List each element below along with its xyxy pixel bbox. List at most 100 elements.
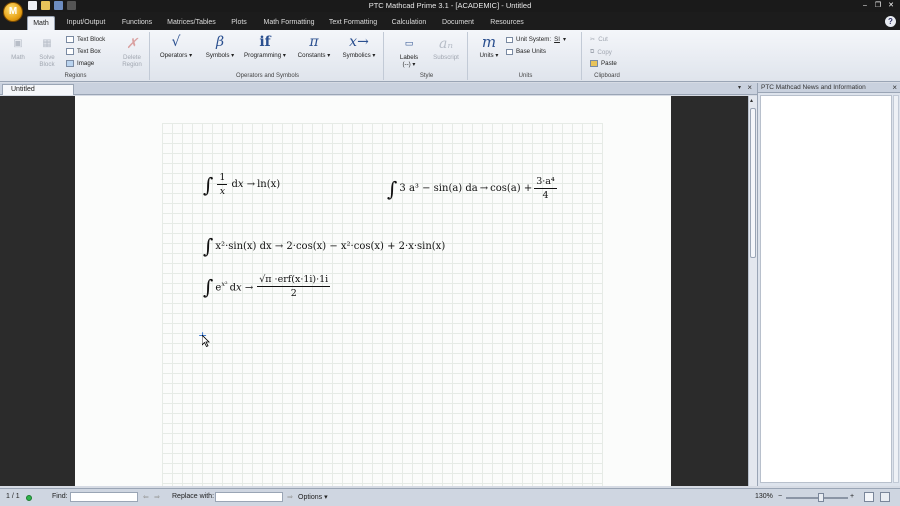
math-region-button[interactable]: ▣ Math xyxy=(6,36,30,61)
replace-icon[interactable]: ⇒ xyxy=(287,493,293,501)
news-panel-scrollbar[interactable] xyxy=(893,95,899,483)
fraction-1-over-x: 1x xyxy=(217,172,228,197)
scroll-up-icon[interactable]: ▴ xyxy=(750,97,753,104)
math-region-eq3[interactable]: ∫ x²·sin(x) dx → 2·cos(x) − x²·cos(x) + … xyxy=(203,236,445,256)
worksheet-page[interactable]: ∫ 1x dx → ln(x) ∫ 3 a³ − sin(a) da → cos… xyxy=(75,96,671,486)
help-icon[interactable]: ? xyxy=(885,16,896,27)
close-document-icon[interactable]: × xyxy=(747,83,752,92)
find-input[interactable] xyxy=(70,492,138,502)
document-tab-untitled[interactable]: Untitled xyxy=(2,84,74,95)
text-block-button[interactable]: Text Block xyxy=(66,36,105,43)
tab-functions[interactable]: Functions xyxy=(118,16,156,30)
tab-math[interactable]: Math xyxy=(27,16,55,30)
zoom-slider-track[interactable] xyxy=(786,497,848,499)
draft-view-icon[interactable] xyxy=(880,492,890,502)
ribbon: ▣ Math ▦ Solve Block Text Block Text Box… xyxy=(0,30,900,82)
integral-sign-icon: ∫ xyxy=(203,274,214,299)
tab-resources[interactable]: Resources xyxy=(486,16,528,30)
group-operators-symbols: √ Operators ▾ β Symbols ▾ if Programming… xyxy=(152,32,384,80)
copy-label: Copy xyxy=(597,48,612,56)
close-icon[interactable]: ✕ xyxy=(886,1,896,10)
base-units-button[interactable]: Base Units xyxy=(506,48,546,55)
maximize-icon[interactable]: ❐ xyxy=(873,1,883,10)
tab-document[interactable]: Document xyxy=(438,16,478,30)
paste-button[interactable]: Paste xyxy=(590,60,617,67)
mouse-pointer-icon xyxy=(202,335,210,347)
delete-region-button[interactable]: ✗ Delete Region xyxy=(118,36,146,68)
minimize-icon[interactable]: – xyxy=(860,1,870,10)
zoom-slider-thumb[interactable] xyxy=(818,493,824,502)
scrollbar-thumb[interactable] xyxy=(750,108,756,258)
eq2-fraction-numerator: 3·a⁴ xyxy=(534,176,557,189)
tab-plots[interactable]: Plots xyxy=(227,16,251,30)
window-controls: – ❐ ✕ xyxy=(860,1,896,10)
tab-calculation[interactable]: Calculation xyxy=(388,16,430,30)
solve-block-icon: ▦ xyxy=(42,38,52,49)
eq2-fraction-denominator: 4 xyxy=(542,190,549,201)
units-m-icon: m xyxy=(481,33,497,51)
symbolics-button[interactable]: x→ Symbolics ▾ xyxy=(338,34,380,59)
unit-system-dropdown[interactable]: Unit System: SI ▾ xyxy=(506,36,566,43)
x-arrow-symbolics-icon: x→ xyxy=(349,34,369,50)
scissors-icon: ✂ xyxy=(590,36,596,43)
math-region-eq4[interactable]: ∫ ex² dx → √π ·erf(x·1i)·1i 2 xyxy=(203,274,332,299)
document-tab-strip: Untitled ▾ × xyxy=(0,83,757,95)
units-button[interactable]: m Units ▾ xyxy=(474,34,504,59)
copy-button[interactable]: ⧉ Copy xyxy=(590,48,612,56)
page-view-icon[interactable] xyxy=(864,492,874,502)
tab-text-formatting[interactable]: Text Formatting xyxy=(326,16,380,30)
app-orb-button[interactable]: M xyxy=(3,2,23,22)
document-tab-label: Untitled xyxy=(11,86,35,93)
text-box-button[interactable]: Text Box xyxy=(66,48,101,55)
zoom-out-icon[interactable]: − xyxy=(778,493,782,500)
options-dropdown[interactable]: Options ▾ xyxy=(298,493,328,501)
calculation-status-icon xyxy=(26,495,32,501)
symbols-button[interactable]: β Symbols ▾ xyxy=(200,34,240,59)
constants-label: Constants xyxy=(297,52,326,59)
group-regions: ▣ Math ▦ Solve Block Text Block Text Box… xyxy=(2,32,150,80)
operators-button[interactable]: √ Operators ▾ xyxy=(156,34,196,59)
options-label: Options xyxy=(298,494,323,501)
vertical-scrollbar[interactable]: ▴ xyxy=(748,96,757,486)
status-bar: 1 / 1 Find: ⇐ ⇒ Replace with: ⇒ Options … xyxy=(0,488,900,506)
unit-system-label: Unit System: xyxy=(516,36,552,43)
sqrt-operator-icon: √ xyxy=(171,34,181,50)
eq1-result: ln(x) xyxy=(257,179,281,190)
delete-region-icon: ✗ xyxy=(126,36,138,52)
delete-region-label: Delete Region xyxy=(122,54,142,68)
find-next-icon[interactable]: ⇒ xyxy=(154,493,160,501)
worksheet-area[interactable]: ∫ 1x dx → ln(x) ∫ 3 a³ − sin(a) da → cos… xyxy=(0,96,748,486)
image-button[interactable]: Image xyxy=(66,60,94,67)
operators-label: Operators xyxy=(159,52,188,59)
find-previous-icon[interactable]: ⇐ xyxy=(143,493,149,501)
labels-button[interactable]: ▭ Labels (--) ▾ xyxy=(394,36,424,68)
math-region-eq2[interactable]: ∫ 3 a³ − sin(a) da → cos(a) + 3·a⁴ 4 xyxy=(387,176,559,201)
image-label: Image xyxy=(77,60,95,67)
text-block-icon xyxy=(66,36,74,43)
title-bar: PTC Mathcad Prime 3.1 - [ACADEMIC] - Unt… xyxy=(0,0,900,12)
page-right-margin xyxy=(603,96,671,486)
constants-button[interactable]: π Constants ▾ xyxy=(292,34,336,59)
news-panel-content[interactable] xyxy=(760,95,892,483)
tab-input-output[interactable]: Input/Output xyxy=(62,16,110,30)
programming-button[interactable]: if Programming ▾ xyxy=(242,34,288,59)
cut-button[interactable]: ✂ Cut xyxy=(590,36,608,43)
cut-label: Cut xyxy=(598,36,608,43)
subscript-button[interactable]: aₙ Subscript xyxy=(430,36,462,61)
zoom-in-icon[interactable]: + xyxy=(850,493,854,500)
close-panel-icon[interactable]: × xyxy=(892,83,897,93)
tab-math-formatting[interactable]: Math Formatting xyxy=(260,16,318,30)
unit-system-value: SI xyxy=(554,36,560,43)
math-region-eq1[interactable]: ∫ 1x dx → ln(x) xyxy=(203,172,280,197)
operators-symbols-group-label: Operators and Symbols xyxy=(235,73,300,79)
solve-block-button[interactable]: ▦ Solve Block xyxy=(34,36,60,68)
math-region-label: Math xyxy=(11,54,25,61)
news-panel: PTC Mathcad News and Information × xyxy=(757,83,900,486)
tab-list-arrow-icon[interactable]: ▾ xyxy=(738,84,741,91)
replace-input[interactable] xyxy=(215,492,283,502)
group-style: ▭ Labels (--) ▾ aₙ Subscript Style xyxy=(386,32,468,80)
find-label: Find: xyxy=(52,493,68,500)
tab-matrices-tables[interactable]: Matrices/Tables xyxy=(164,16,219,30)
paste-icon xyxy=(590,60,598,67)
clipboard-group-label: Clipboard xyxy=(594,73,620,79)
